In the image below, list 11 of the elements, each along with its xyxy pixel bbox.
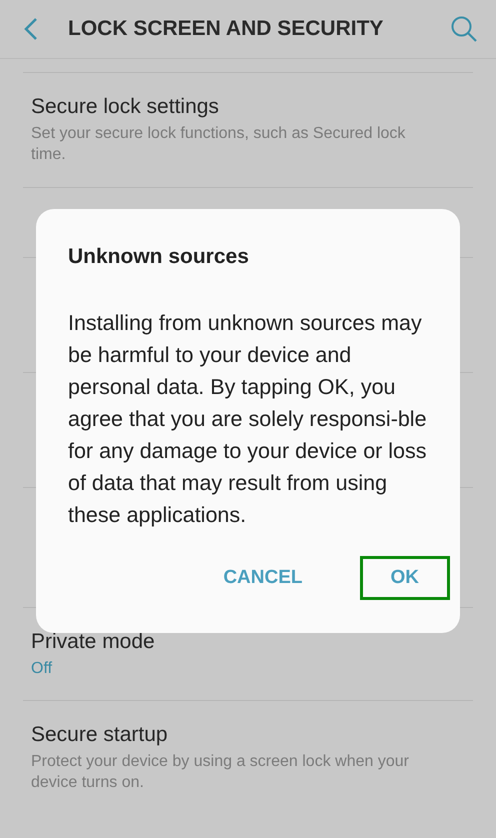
dialog-message: Installing from unknown sources may be harmful to your device and personal data. By tapping OK, you agree that you are solely responsi-ble for any damage to your device or loss of data that may result from using these applications.	[68, 310, 428, 529]
setting-title[interactable]: Secure startup	[31, 723, 473, 747]
setting-title[interactable]: Private mode	[31, 630, 473, 654]
setting-summary: Off	[31, 659, 54, 679]
search-button[interactable]	[450, 15, 478, 43]
dialog-title: Unknown sources	[68, 245, 250, 269]
screen-title: LOCK SCREEN AND SECURITY	[68, 17, 384, 41]
setting-title[interactable]: Secure lock settings	[31, 95, 473, 119]
back-button[interactable]	[24, 17, 38, 41]
setting-summary: Protect your device by using a screen lock when your device turns on.	[31, 752, 410, 793]
setting-summary: Set your secure lock functions, such as Secured lock time.	[31, 124, 406, 165]
